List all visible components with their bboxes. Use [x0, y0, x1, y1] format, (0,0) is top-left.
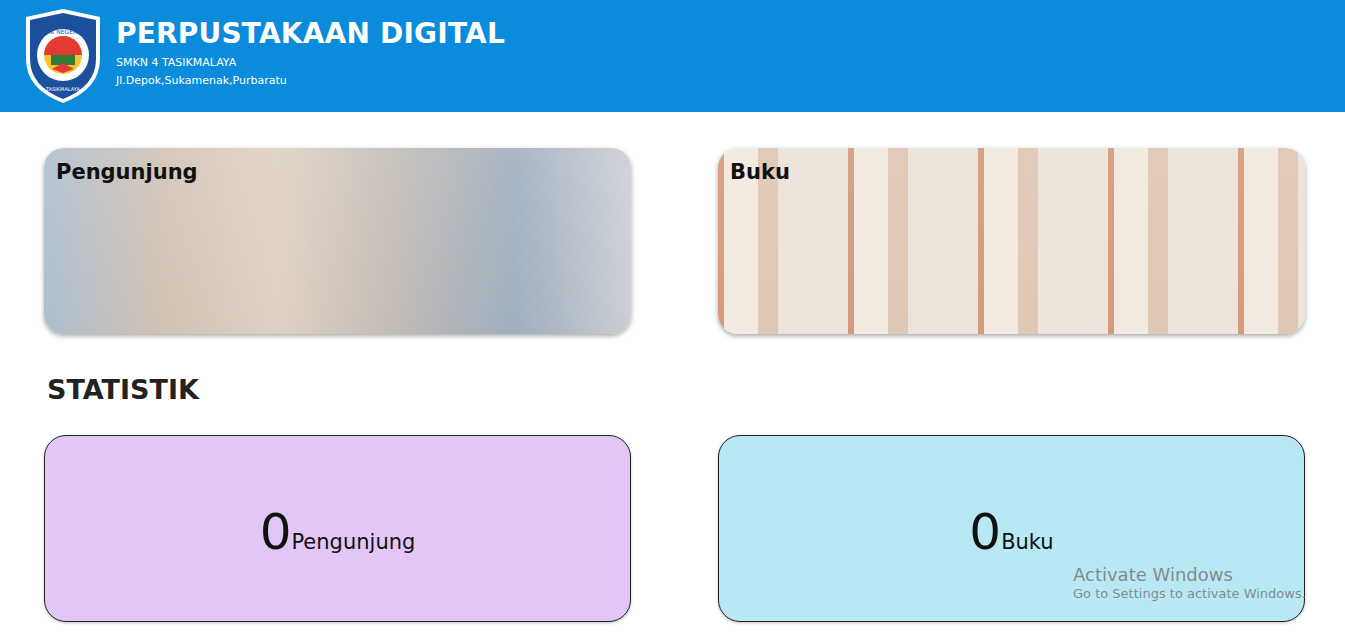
stat-card: 0Buku: [718, 435, 1305, 622]
activation-watermark: Activate WindowsGo to Settings to activa…: [1073, 563, 1306, 603]
school-logo-icon: SMK NEGERI 4 TASIKMALAYA: [22, 7, 104, 105]
stat-content: 0Buku: [969, 497, 1053, 560]
school-address: Jl.Depok,Sukamenak,Purbaratu: [116, 72, 505, 90]
school-name: SMKN 4 TASIKMALAYA: [116, 54, 505, 72]
stat-value: 0: [260, 505, 292, 560]
logo-top-text: SMK NEGERI 4: [41, 28, 84, 35]
statistics-heading: STATISTIK: [0, 334, 1345, 435]
logo-bottom-text: TASIKMALAYA: [45, 86, 80, 92]
stat-card: 0Pengunjung: [44, 435, 631, 622]
menu-cards: Pengunjung Buku: [0, 148, 1345, 334]
statistics-cards: 0Pengunjung0Buku: [0, 435, 1345, 622]
app-title: PERPUSTAKAAN DIGITAL: [116, 17, 505, 51]
header-bar: SMK NEGERI 4 TASIKMALAYA PERPUSTAKAAN DIGI…: [0, 0, 1345, 112]
stat-value: 0: [969, 505, 1001, 560]
menu-card-label[interactable]: Buku: [730, 160, 1293, 184]
stat-label: Pengunjung: [291, 530, 415, 554]
menu-card[interactable]: Buku: [718, 148, 1305, 334]
brand-block: PERPUSTAKAAN DIGITAL SMKN 4 TASIKMALAYAJl…: [116, 17, 505, 90]
stat-label: Buku: [1001, 530, 1054, 554]
menu-card-label[interactable]: Pengunjung: [56, 160, 619, 184]
watermark-title: Activate Windows: [1073, 563, 1306, 586]
watermark-subtitle: Go to Settings to activate Windows.: [1073, 586, 1306, 603]
stat-content: 0Pengunjung: [260, 497, 416, 560]
menu-card[interactable]: Pengunjung: [44, 148, 631, 334]
